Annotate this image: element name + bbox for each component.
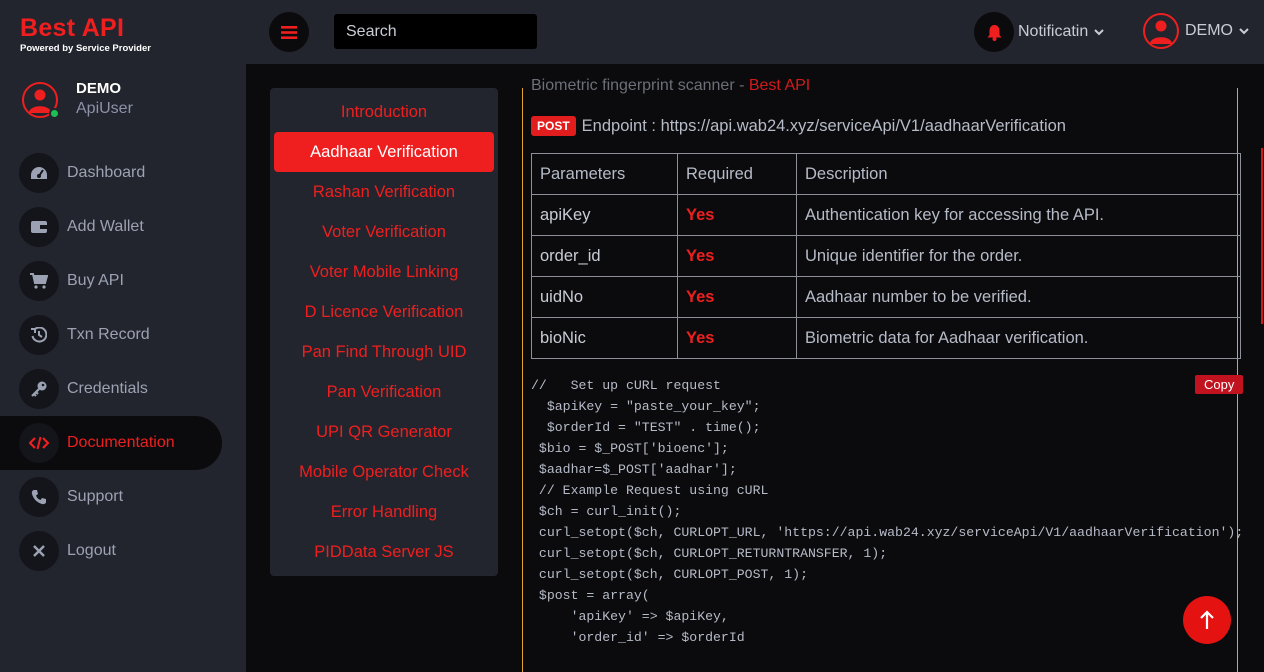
doc-content: Biometric fingerprint scanner - Best API… bbox=[521, 64, 1263, 672]
table-row: bioNic Yes Biometric data for Aadhaar ve… bbox=[531, 317, 1241, 359]
user-card: DEMO ApiUser bbox=[22, 80, 133, 120]
dashboard-icon bbox=[19, 153, 59, 193]
chevron-down-icon bbox=[1094, 28, 1104, 35]
bell-icon bbox=[974, 12, 1014, 52]
sidebar-item-buy-api[interactable]: Buy API bbox=[0, 254, 246, 308]
method-badge: POST bbox=[531, 116, 576, 136]
sidebar-item-documentation[interactable]: Documentation bbox=[0, 416, 222, 470]
account-dropdown[interactable]: DEMO bbox=[1143, 13, 1249, 49]
user-icon bbox=[29, 89, 51, 113]
section-heading-brand: Best API bbox=[748, 77, 811, 94]
main-content: Introduction Aadhaar Verification Rashan… bbox=[246, 64, 1264, 672]
doc-nav-error-handling[interactable]: Error Handling bbox=[274, 492, 494, 532]
user-name: DEMO bbox=[76, 80, 121, 97]
param-name: uidNo bbox=[531, 276, 678, 318]
brand[interactable]: Best API Powered by Service Provider bbox=[20, 14, 151, 54]
param-required: Yes bbox=[677, 276, 797, 318]
history-icon bbox=[19, 315, 59, 355]
sidebar-nav: Dashboard Add Wallet Buy API Txn Record … bbox=[0, 146, 246, 578]
avatar bbox=[22, 82, 60, 119]
table-row: apiKey Yes Authentication key for access… bbox=[531, 194, 1241, 236]
cart-icon bbox=[19, 261, 59, 301]
avatar bbox=[1143, 13, 1179, 49]
param-description: Authentication key for accessing the API… bbox=[796, 194, 1241, 236]
param-required: Yes bbox=[677, 235, 797, 277]
key-icon bbox=[19, 369, 59, 409]
chevron-down-icon bbox=[1239, 27, 1249, 34]
arrow-up-icon bbox=[1200, 610, 1214, 629]
sidebar-item-label: Txn Record bbox=[67, 326, 150, 343]
sidebar-item-label: Dashboard bbox=[67, 164, 146, 181]
notification-dropdown[interactable]: Notificatin bbox=[974, 12, 1104, 52]
doc-nav-d-licence-verification[interactable]: D Licence Verification bbox=[274, 292, 494, 332]
sidebar-item-support[interactable]: Support bbox=[0, 470, 246, 524]
doc-nav-pan-find-through-uid[interactable]: Pan Find Through UID bbox=[274, 332, 494, 372]
sidebar-item-label: Add Wallet bbox=[67, 218, 144, 235]
brand-subtitle: Powered by Service Provider bbox=[20, 43, 151, 54]
doc-nav-voter-mobile-linking[interactable]: Voter Mobile Linking bbox=[274, 252, 494, 292]
sidebar: Best API Powered by Service Provider DEM… bbox=[0, 0, 246, 672]
doc-nav-rashan-verification[interactable]: Rashan Verification bbox=[274, 172, 494, 212]
param-description: Aadhaar number to be verified. bbox=[796, 276, 1241, 318]
user-role: ApiUser bbox=[76, 100, 133, 117]
doc-nav-aadhaar-verification[interactable]: Aadhaar Verification bbox=[274, 132, 494, 172]
table-header: Required bbox=[677, 153, 797, 195]
user-icon bbox=[1150, 20, 1172, 44]
table-row: order_id Yes Unique identifier for the o… bbox=[531, 235, 1241, 277]
param-name: apiKey bbox=[531, 194, 678, 236]
sidebar-item-label: Buy API bbox=[67, 272, 124, 289]
doc-nav-introduction[interactable]: Introduction bbox=[274, 92, 494, 132]
doc-nav-pan-verification[interactable]: Pan Verification bbox=[274, 372, 494, 412]
phone-icon bbox=[19, 477, 59, 517]
doc-nav-mobile-operator-check[interactable]: Mobile Operator Check bbox=[274, 452, 494, 492]
code-icon bbox=[19, 423, 59, 463]
section-heading: Biometric fingerprint scanner - Best API bbox=[531, 77, 810, 95]
close-icon bbox=[19, 531, 59, 571]
section-heading-text: Biometric fingerprint scanner - bbox=[531, 77, 749, 94]
code-block[interactable]: // Set up cURL request $apiKey = "paste_… bbox=[531, 375, 1243, 648]
table-header-row: Parameters Required Description bbox=[531, 153, 1241, 195]
account-label: DEMO bbox=[1185, 22, 1233, 39]
endpoint: POST Endpoint : https://api.wab24.xyz/se… bbox=[531, 116, 1066, 136]
param-description: Biometric data for Aadhaar verification. bbox=[796, 317, 1241, 359]
table-row: uidNo Yes Aadhaar number to be verified. bbox=[531, 276, 1241, 318]
sidebar-item-add-wallet[interactable]: Add Wallet bbox=[0, 200, 246, 254]
wallet-icon bbox=[19, 207, 59, 247]
param-required: Yes bbox=[677, 194, 797, 236]
endpoint-url: Endpoint : https://api.wab24.xyz/service… bbox=[581, 116, 1066, 135]
search-input[interactable] bbox=[334, 14, 537, 49]
table-header: Description bbox=[796, 153, 1241, 195]
param-description: Unique identifier for the order. bbox=[796, 235, 1241, 277]
online-status-dot bbox=[49, 108, 60, 119]
sidebar-item-label: Support bbox=[67, 488, 124, 505]
scrollbar[interactable] bbox=[1261, 148, 1263, 324]
notification-label: Notificatin bbox=[1018, 23, 1089, 40]
sidebar-item-txn-record[interactable]: Txn Record bbox=[0, 308, 246, 362]
param-name: bioNic bbox=[531, 317, 678, 359]
doc-nav: Introduction Aadhaar Verification Rashan… bbox=[270, 88, 498, 576]
param-required: Yes bbox=[677, 317, 797, 359]
sidebar-item-logout[interactable]: Logout bbox=[0, 524, 246, 578]
sidebar-item-label: Logout bbox=[67, 542, 116, 559]
table-header: Parameters bbox=[531, 153, 678, 195]
sidebar-item-credentials[interactable]: Credentials bbox=[0, 362, 246, 416]
menu-toggle-button[interactable] bbox=[269, 12, 309, 52]
hamburger-icon bbox=[281, 25, 297, 39]
doc-nav-piddata-server-js[interactable]: PIDData Server JS bbox=[274, 532, 494, 572]
brand-title: Best API bbox=[20, 14, 125, 42]
sidebar-item-dashboard[interactable]: Dashboard bbox=[0, 146, 246, 200]
sidebar-item-label: Documentation bbox=[67, 434, 175, 451]
divider bbox=[522, 88, 523, 672]
topbar: Notificatin DEMO bbox=[246, 0, 1264, 64]
scroll-to-top-button[interactable] bbox=[1183, 596, 1231, 644]
parameters-table: Parameters Required Description apiKey Y… bbox=[531, 153, 1241, 359]
copy-button[interactable]: Copy bbox=[1195, 375, 1244, 394]
sidebar-item-label: Credentials bbox=[67, 380, 148, 397]
param-name: order_id bbox=[531, 235, 678, 277]
doc-nav-voter-verification[interactable]: Voter Verification bbox=[274, 212, 494, 252]
doc-nav-upi-qr-generator[interactable]: UPI QR Generator bbox=[274, 412, 494, 452]
